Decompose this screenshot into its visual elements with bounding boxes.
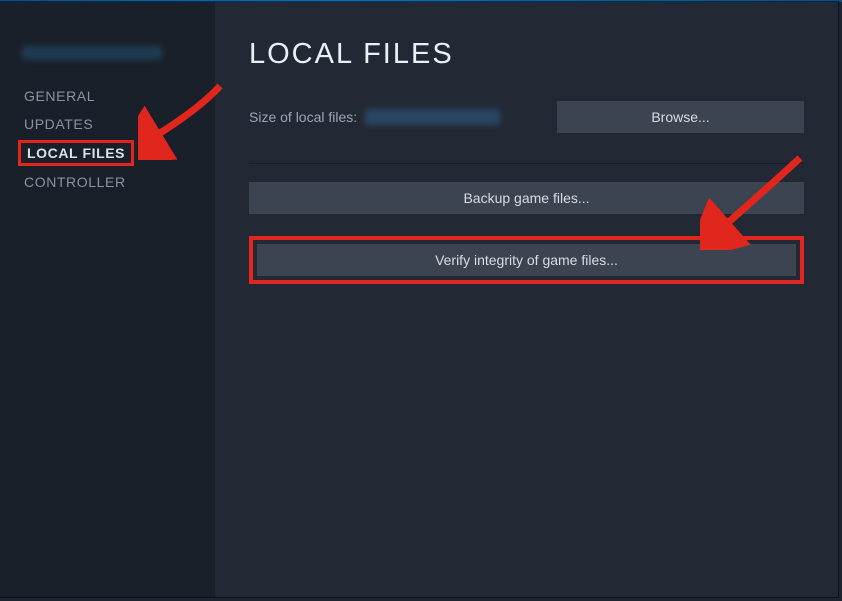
sidebar-nav: GENERAL UPDATES LOCAL FILES CONTROLLER [0,82,215,196]
divider [249,163,804,164]
properties-window: × GENERAL UPDATES LOCAL FILES CONTROLLER… [0,2,838,597]
backup-button[interactable]: Backup game files... [249,182,804,214]
sidebar-item-local-files[interactable]: LOCAL FILES [0,140,215,166]
size-label: Size of local files: [249,109,357,125]
sidebar-item-label: CONTROLLER [24,174,126,190]
game-title-redacted [22,46,162,60]
annotation-highlight-box: LOCAL FILES [18,140,134,166]
size-value-redacted [365,109,500,125]
sidebar-item-label: UPDATES [24,116,93,132]
size-row: Size of local files: Browse... [249,101,804,133]
main-panel: LOCAL FILES Size of local files: Browse.… [215,2,838,597]
sidebar: GENERAL UPDATES LOCAL FILES CONTROLLER [0,2,215,597]
sidebar-item-controller[interactable]: CONTROLLER [0,168,215,196]
sidebar-item-updates[interactable]: UPDATES [0,110,215,138]
page-title: LOCAL FILES [249,38,804,71]
browse-button[interactable]: Browse... [557,101,804,133]
sidebar-item-general[interactable]: GENERAL [0,82,215,110]
sidebar-item-label: GENERAL [24,88,95,104]
annotation-highlight-box: Verify integrity of game files... [249,236,804,284]
sidebar-item-label: LOCAL FILES [27,145,125,161]
verify-integrity-button[interactable]: Verify integrity of game files... [257,244,796,276]
